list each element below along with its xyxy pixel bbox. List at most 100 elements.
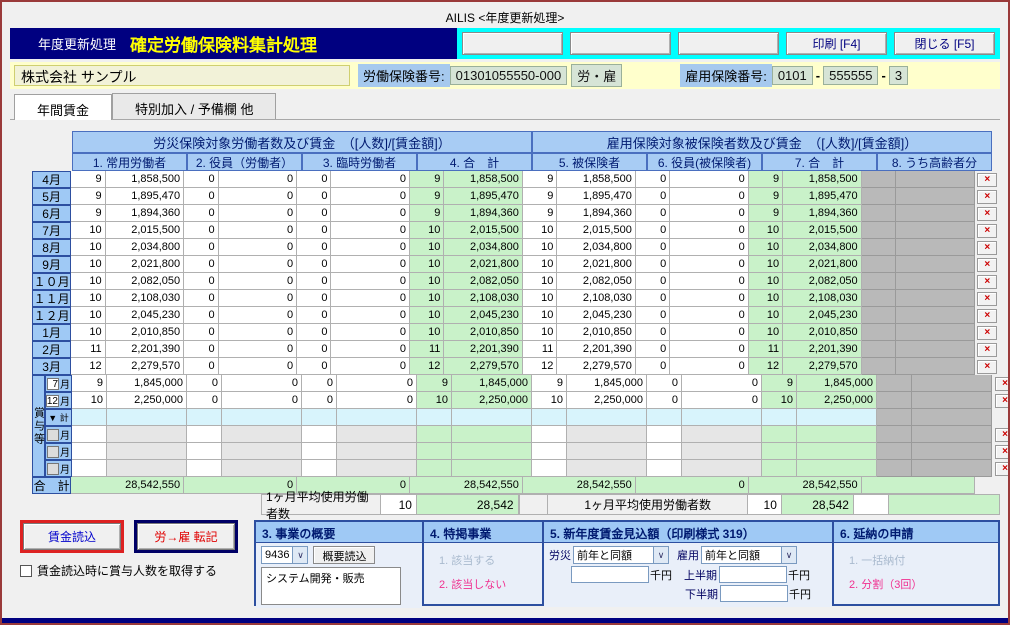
count-cell-col1[interactable]: 10 xyxy=(71,307,105,324)
count-cell-col6[interactable] xyxy=(647,460,682,477)
amount-cell-col3[interactable]: 0 xyxy=(331,171,410,188)
count-cell-col5[interactable]: 9 xyxy=(523,205,557,222)
amount-cell-col6[interactable]: 0 xyxy=(670,256,749,273)
fn-button-1[interactable] xyxy=(462,32,563,55)
delete-row-button[interactable]: × xyxy=(977,343,997,357)
special-option-not-applicable[interactable]: 2. 該当しない xyxy=(439,576,537,592)
bonus-month-input[interactable]: 7 xyxy=(47,378,59,390)
amount-cell-col6[interactable]: 0 xyxy=(682,375,762,392)
delete-row-button[interactable]: × xyxy=(977,173,997,187)
count-cell-col1[interactable]: 10 xyxy=(71,290,105,307)
amount-cell-col2[interactable]: 0 xyxy=(219,307,298,324)
count-cell-col1[interactable]: 9 xyxy=(72,375,107,392)
amount-cell-col3[interactable]: 0 xyxy=(331,205,410,222)
count-cell-col5[interactable]: 10 xyxy=(523,290,557,307)
delete-row-button[interactable]: × xyxy=(977,241,997,255)
amount-cell-col6[interactable]: 0 xyxy=(670,222,749,239)
business-code-select[interactable]: 9436 ∨ xyxy=(261,546,308,564)
amount-cell-col6[interactable]: 0 xyxy=(670,358,749,375)
count-cell-col5[interactable] xyxy=(532,460,567,477)
delete-row-button[interactable]: × xyxy=(995,445,1010,459)
count-cell-col5[interactable]: 9 xyxy=(532,375,567,392)
amount-cell-col3[interactable]: 0 xyxy=(331,188,410,205)
count-cell-col1[interactable] xyxy=(72,460,107,477)
amount-cell-col2[interactable]: 0 xyxy=(219,273,298,290)
amount-cell-col2[interactable]: 0 xyxy=(219,358,298,375)
bonus-month-input[interactable] xyxy=(47,446,59,458)
bonus-month-input[interactable]: 12 xyxy=(46,395,59,407)
count-cell-col1[interactable]: 9 xyxy=(71,205,105,222)
overview-load-button[interactable]: 概要読込 xyxy=(313,546,375,564)
amount-cell-col5[interactable]: 1,845,000 xyxy=(567,375,647,392)
delete-row-button[interactable]: × xyxy=(995,462,1010,476)
count-cell-col2[interactable]: 0 xyxy=(184,171,218,188)
rousai-amount-input[interactable] xyxy=(571,566,649,583)
count-cell-col5[interactable]: 10 xyxy=(523,239,557,256)
bonus-count-checkbox[interactable] xyxy=(20,565,32,577)
count-cell-col1[interactable]: 10 xyxy=(72,392,107,409)
delete-row-button[interactable]: × xyxy=(977,207,997,221)
count-cell-col3[interactable]: 0 xyxy=(297,205,331,222)
amount-cell-col3[interactable]: 0 xyxy=(331,273,410,290)
count-cell-col3[interactable]: 0 xyxy=(302,392,337,409)
amount-cell-col6[interactable]: 0 xyxy=(670,307,749,324)
amount-cell-col6[interactable]: 0 xyxy=(670,239,749,256)
count-cell-col1[interactable]: 10 xyxy=(71,222,105,239)
avg-workers-count-right[interactable]: 10 xyxy=(747,494,782,515)
amount-cell-col6[interactable]: 0 xyxy=(670,341,749,358)
count-cell-col5[interactable] xyxy=(532,426,567,443)
count-cell-col3[interactable]: 0 xyxy=(297,256,331,273)
delete-row-button[interactable]: × xyxy=(977,292,997,306)
count-cell-col3[interactable]: 0 xyxy=(297,188,331,205)
amount-cell-col6[interactable]: 0 xyxy=(670,205,749,222)
second-half-amount-input[interactable] xyxy=(720,585,788,602)
amount-cell-col2[interactable]: 0 xyxy=(219,188,298,205)
amount-cell-col1[interactable]: 2,250,000 xyxy=(107,392,187,409)
count-cell-col6[interactable]: 0 xyxy=(636,205,670,222)
amount-cell-col2[interactable]: 0 xyxy=(219,290,298,307)
rousai-estimate-select[interactable]: 前年と同額 ∨ xyxy=(573,546,669,564)
count-cell-col1[interactable]: 10 xyxy=(71,256,105,273)
amount-cell-col1[interactable]: 1,894,360 xyxy=(106,205,185,222)
amount-cell-col3[interactable]: 0 xyxy=(337,375,417,392)
count-cell-col1[interactable] xyxy=(72,443,107,460)
amount-cell-col6[interactable]: 0 xyxy=(670,171,749,188)
transfer-rousai-to-koyou-button[interactable]: 労→雇 転記 xyxy=(134,520,238,553)
amount-cell-col3[interactable]: 0 xyxy=(331,256,410,273)
amount-cell-col2[interactable]: 0 xyxy=(219,256,298,273)
count-cell-col6[interactable]: 0 xyxy=(636,171,670,188)
print-button[interactable]: 印刷 [F4] xyxy=(786,32,887,55)
count-cell-col2[interactable]: 0 xyxy=(184,239,218,256)
delete-row-button[interactable]: × xyxy=(995,377,1010,391)
count-cell-col6[interactable]: 0 xyxy=(636,222,670,239)
amount-cell-col1[interactable]: 1,845,000 xyxy=(107,375,187,392)
count-cell-col5[interactable]: 10 xyxy=(523,256,557,273)
count-cell-col5[interactable]: 10 xyxy=(532,392,567,409)
deferment-option-installments[interactable]: 2. 分割（3回） xyxy=(849,576,993,592)
count-cell-col1[interactable]: 10 xyxy=(71,324,105,341)
count-cell-col6[interactable]: 0 xyxy=(647,392,682,409)
delete-row-button[interactable]: × xyxy=(995,428,1010,442)
amount-cell-col1[interactable]: 2,021,800 xyxy=(106,256,185,273)
first-half-amount-input[interactable] xyxy=(719,566,787,583)
delete-row-button[interactable]: × xyxy=(977,309,997,323)
count-cell-col3[interactable]: 0 xyxy=(297,324,331,341)
close-button[interactable]: 閉じる [F5] xyxy=(894,32,995,55)
delete-row-button[interactable]: × xyxy=(995,394,1010,408)
amount-cell-col5[interactable]: 1,894,360 xyxy=(557,205,636,222)
count-cell-col3[interactable]: 0 xyxy=(302,375,337,392)
amount-cell-col6[interactable]: 0 xyxy=(670,324,749,341)
delete-row-button[interactable]: × xyxy=(977,224,997,238)
count-cell-col3[interactable]: 0 xyxy=(297,290,331,307)
amount-cell-col3[interactable]: 0 xyxy=(331,239,410,256)
amount-cell-col3[interactable]: 0 xyxy=(337,392,417,409)
amount-cell-col1[interactable]: 2,082,050 xyxy=(106,273,185,290)
amount-cell-col5[interactable]: 1,858,500 xyxy=(557,171,636,188)
tab-special-entry[interactable]: 特別加入 / 予備欄 他 xyxy=(112,93,276,119)
amount-cell-col6[interactable]: 0 xyxy=(670,188,749,205)
amount-cell-col2[interactable]: 0 xyxy=(222,392,302,409)
count-cell-col2[interactable]: 0 xyxy=(184,307,218,324)
count-cell-col1[interactable] xyxy=(72,426,107,443)
count-cell-col1[interactable]: 11 xyxy=(71,341,105,358)
count-cell-col2[interactable] xyxy=(187,443,222,460)
